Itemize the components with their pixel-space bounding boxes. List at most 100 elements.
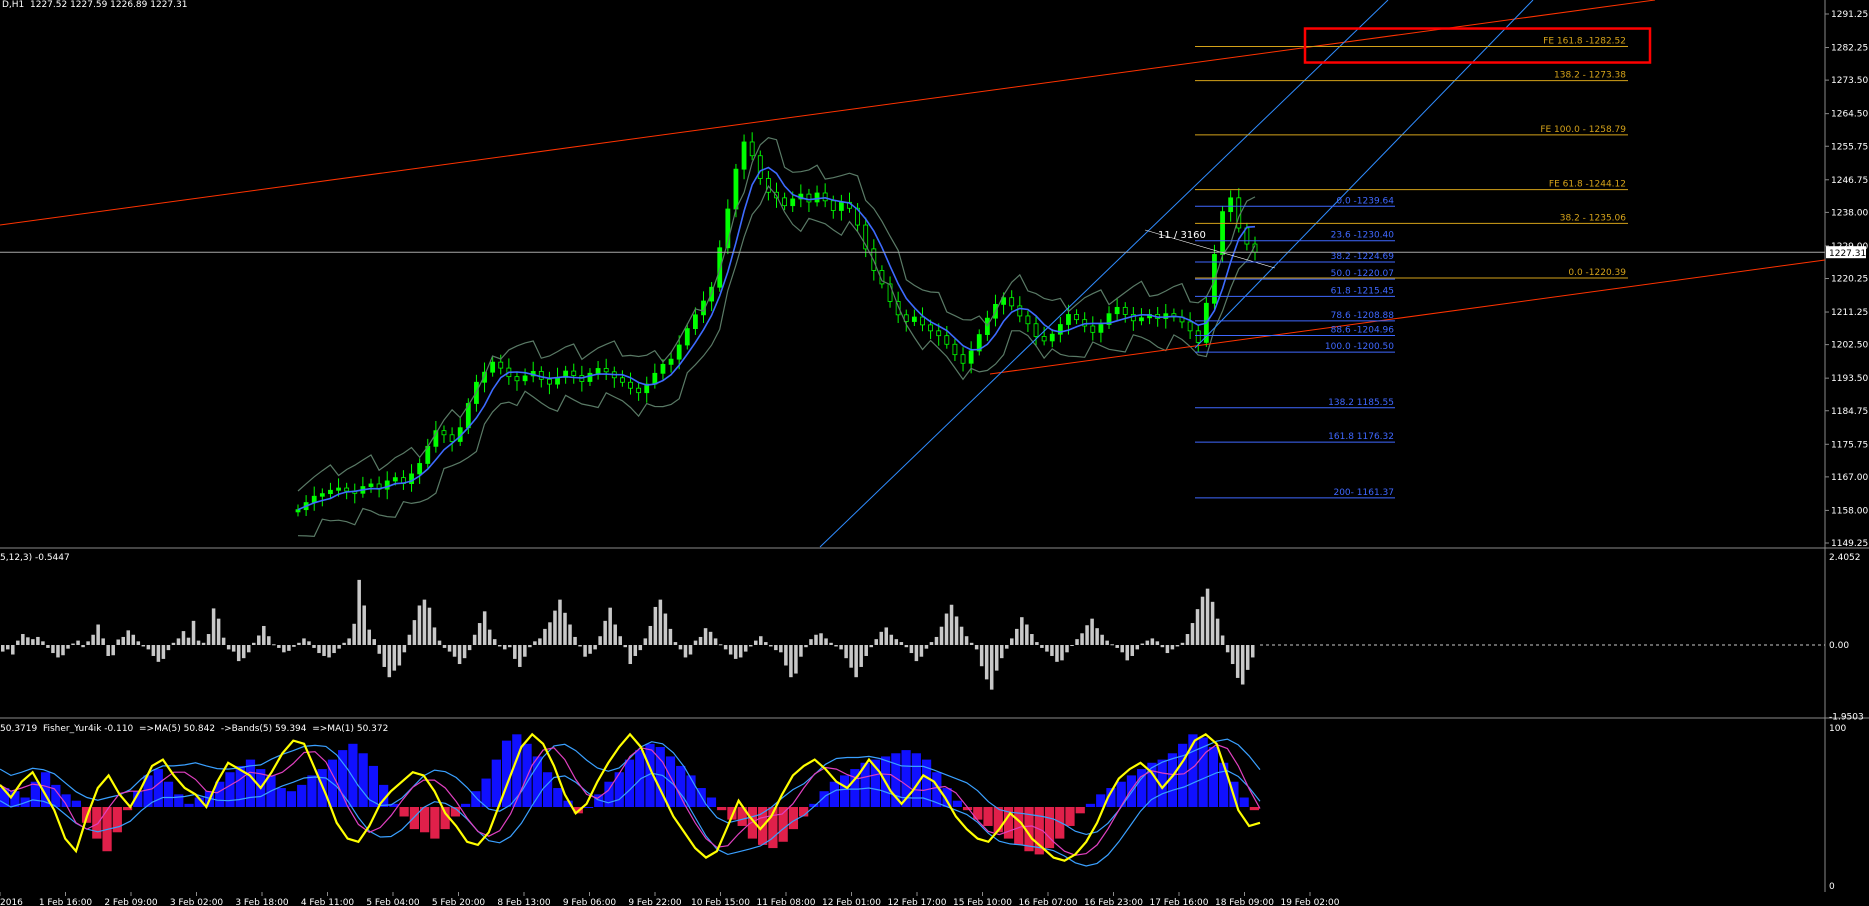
histogram-bar (297, 642, 301, 645)
histogram-bar (302, 638, 306, 645)
time-tick-label: 5 Feb 20:00 (432, 898, 486, 906)
fisher-info-header: 50.3719 Fisher_Yur4ik -0.110 =>MA(5) 50.… (0, 724, 389, 734)
fisher-histogram-bar (399, 807, 409, 817)
histogram-bar (317, 645, 321, 654)
price-tick-label: 1184.75 (1831, 407, 1868, 417)
candle-body (952, 343, 958, 356)
price-chart[interactable]: FE 161.8 -1282.52 138.2 - 1273.38 FE 100.0… (0, 0, 1869, 906)
histogram-bar (41, 641, 45, 645)
time-tick-label: 12 Feb 17:00 (887, 898, 946, 906)
candle-body (336, 487, 341, 491)
fisher-histogram-bar (1075, 807, 1085, 814)
candle-body (960, 354, 966, 364)
candle-body (571, 370, 577, 376)
histogram-bar (904, 645, 909, 648)
histogram-bar (1175, 645, 1180, 647)
histogram-bar (307, 641, 311, 645)
histogram-bar (538, 638, 542, 645)
macd-tick-label: 0.00 (1829, 641, 1849, 651)
fisher-histogram-bar (92, 807, 102, 839)
candle-body (928, 324, 933, 332)
histogram-bar (954, 616, 959, 645)
histogram-bar (126, 630, 131, 645)
candle-body (757, 155, 763, 179)
histogram-bar (1130, 645, 1135, 656)
histogram-bar (1195, 609, 1200, 645)
histogram-bar (287, 645, 291, 651)
candle-body (498, 361, 504, 369)
candle-body (628, 381, 633, 389)
histogram-bar (141, 645, 146, 647)
fisher-histogram-bar (286, 791, 297, 807)
histogram-bar (11, 645, 15, 655)
histogram-bar (1155, 641, 1160, 645)
histogram-bar (277, 645, 281, 648)
histogram-bar (96, 624, 100, 645)
price-tick-label: 1291.25 (1831, 10, 1868, 20)
histogram-bar (1205, 588, 1210, 645)
histogram-bar (1020, 617, 1024, 645)
histogram-bar (593, 645, 597, 650)
fisher-histogram-bar (635, 750, 645, 807)
histogram-bar (769, 645, 773, 647)
candle-body (968, 350, 974, 364)
fisher-histogram-bar (686, 775, 696, 807)
histogram-bar (698, 636, 703, 645)
fisher-histogram-bar (717, 807, 727, 811)
histogram-bar (352, 623, 356, 645)
histogram-bar (1065, 645, 1069, 653)
candle-body (1228, 197, 1234, 213)
histogram-bar (1245, 645, 1250, 670)
histogram-bar (718, 644, 723, 646)
candle-body (522, 375, 528, 382)
fisher-histogram-bar (430, 807, 440, 839)
histogram-bar (487, 629, 492, 645)
candle-body (490, 361, 496, 373)
histogram-bar (482, 611, 487, 645)
histogram-bar (457, 645, 462, 665)
histogram-bar (497, 645, 502, 647)
fisher-histogram-bar (307, 775, 317, 807)
fisher-histogram-bar (829, 781, 839, 807)
histogram-bar (241, 645, 246, 659)
fibo-expansion-label: 38.2 - 1235.06 (1560, 213, 1626, 223)
time-tick-label: 3 Feb 18:00 (235, 898, 289, 906)
macd-tick-label: 2.4052 (1829, 553, 1861, 563)
candle-body (684, 328, 690, 346)
histogram-bar (1080, 633, 1084, 645)
histogram-bar (176, 638, 181, 645)
histogram-bar (754, 640, 758, 645)
candle-body (392, 477, 398, 482)
upper-trendline (0, 0, 1656, 226)
time-tick-label: 2 Feb 09:00 (104, 898, 158, 906)
histogram-bar (342, 642, 346, 645)
histogram-bar (16, 640, 20, 645)
candle-body (603, 368, 609, 373)
time-tick-label: 19 Feb 02:00 (1280, 898, 1339, 906)
histogram-bar (1015, 628, 1019, 645)
fibo-expansion-label: FE 100.0 - 1258.79 (1540, 125, 1626, 135)
price-tick-label: 1255.75 (1831, 142, 1868, 152)
histogram-bar (979, 645, 984, 667)
histogram-bar (683, 645, 688, 658)
histogram-bar (1210, 601, 1215, 645)
time-tick-label: 9 Feb 22:00 (628, 898, 682, 906)
histogram-bar (743, 645, 748, 652)
histogram-bar (1190, 623, 1195, 645)
histogram-bar (257, 635, 261, 645)
fisher-histogram-bar (481, 778, 491, 807)
fisher-histogram-bar (460, 803, 471, 807)
histogram-bar (939, 626, 944, 645)
histogram-bar (31, 639, 35, 645)
candle-body (441, 430, 447, 436)
histogram-bar (136, 641, 141, 645)
candle-body (417, 463, 423, 475)
histogram-bar (779, 645, 783, 653)
fibo-expansion-label: FE 61.8 -1244.12 (1549, 180, 1626, 190)
candle-body (344, 487, 350, 492)
histogram-bar (648, 625, 653, 645)
candle-body (806, 193, 812, 203)
histogram-bar (914, 645, 919, 662)
time-tick-label: 16 Feb 07:00 (1018, 898, 1077, 906)
histogram-bar (909, 645, 914, 654)
